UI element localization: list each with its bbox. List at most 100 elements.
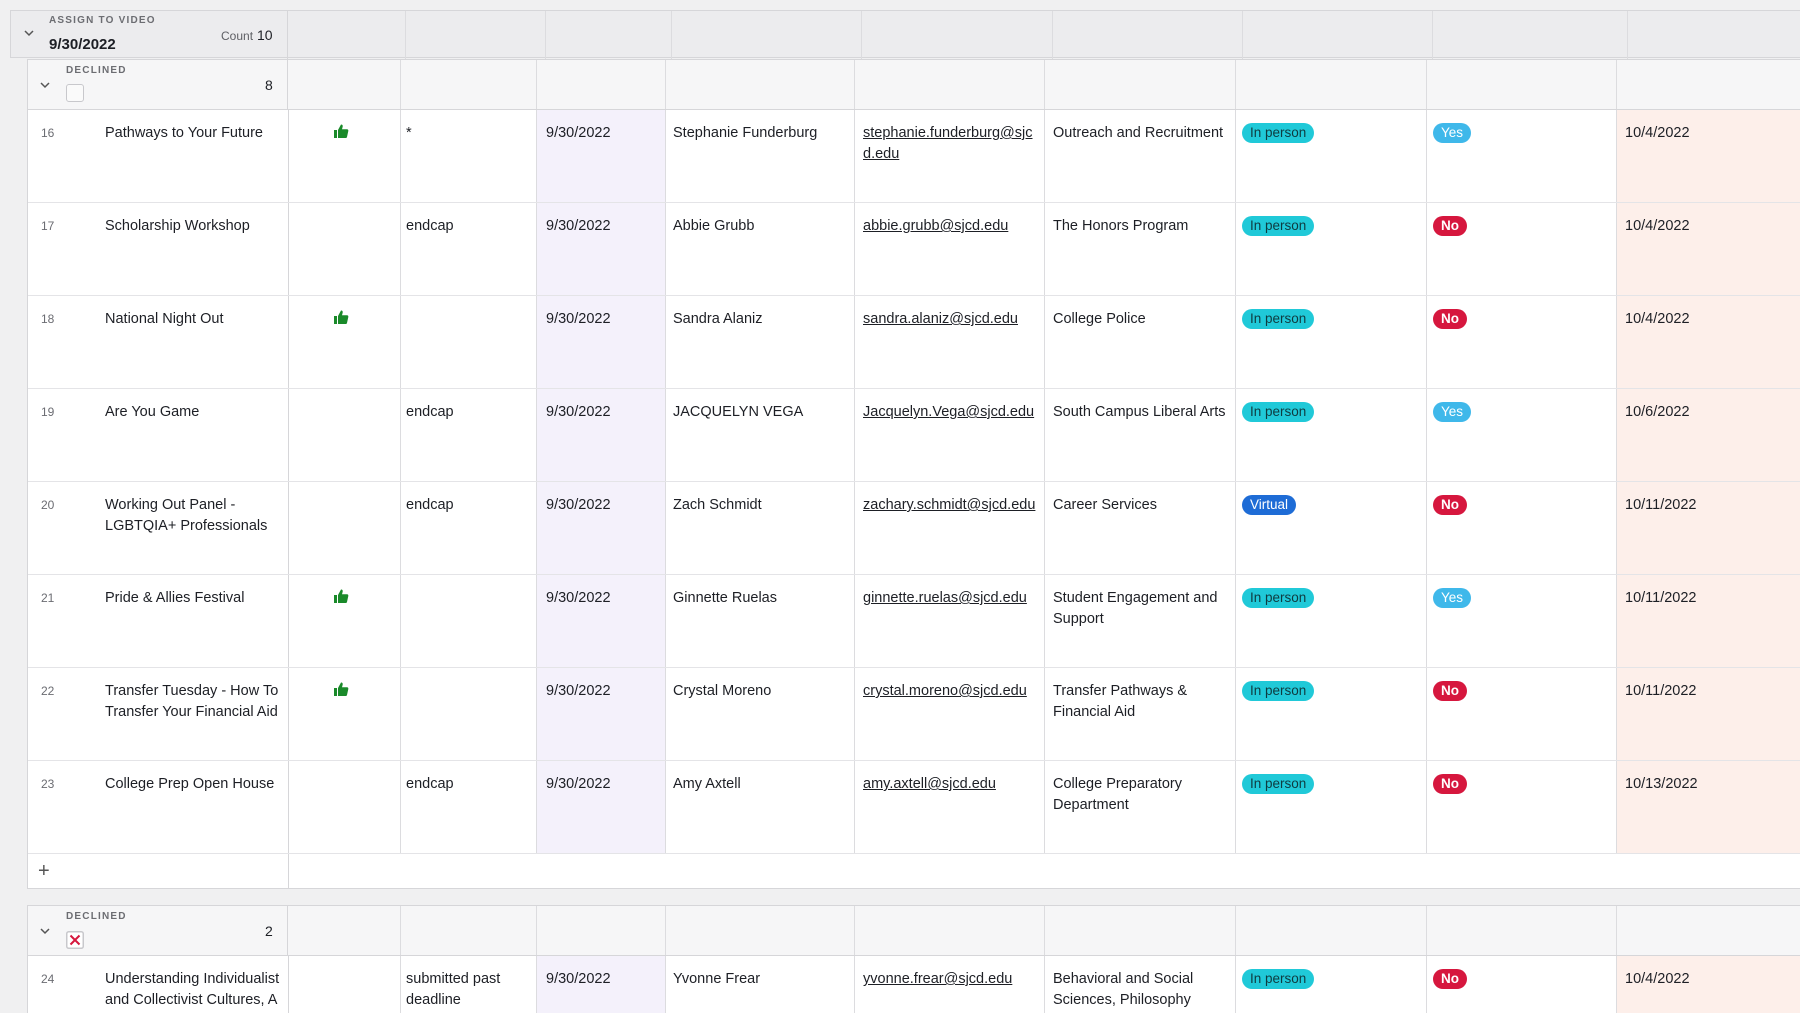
event-name-cell[interactable]: Transfer Tuesday - How To Transfer Your …: [105, 681, 283, 723]
table-row[interactable]: 20 Working Out Panel - LGBTQIA+ Professio…: [28, 482, 1800, 575]
group-field-value: 9/30/2022: [49, 36, 116, 53]
mode-cell[interactable]: In person: [1242, 774, 1315, 795]
contact-name-cell[interactable]: Stephanie Funderburg: [673, 123, 817, 144]
note-cell[interactable]: endcap: [406, 402, 531, 423]
contact-name-cell[interactable]: Amy Axtell: [673, 774, 741, 795]
thumbs-up-icon: [333, 309, 349, 325]
date-cell[interactable]: 9/30/2022: [546, 309, 611, 330]
answer-pill: No: [1433, 969, 1467, 989]
answer-cell[interactable]: No: [1433, 216, 1467, 237]
event-date-cell[interactable]: 10/4/2022: [1625, 969, 1690, 990]
event-name-cell[interactable]: Scholarship Workshop: [105, 216, 283, 237]
event-date-cell[interactable]: 10/11/2022: [1625, 495, 1697, 516]
answer-cell[interactable]: No: [1433, 681, 1467, 702]
answer-cell[interactable]: No: [1433, 309, 1467, 330]
date-cell[interactable]: 9/30/2022: [546, 774, 611, 795]
date-cell[interactable]: 9/30/2022: [546, 495, 611, 516]
event-name-cell[interactable]: Pathways to Your Future: [105, 123, 283, 144]
email-link[interactable]: abbie.grubb@sjcd.edu: [863, 216, 1043, 237]
event-date-cell[interactable]: 10/4/2022: [1625, 123, 1690, 144]
table-row[interactable]: 23 College Prep Open House endcap 9/30/2022…: [28, 761, 1800, 854]
group-field-label: ASSIGN TO VIDEO: [49, 15, 156, 26]
event-name-cell[interactable]: Pride & Allies Festival: [105, 588, 283, 609]
date-cell[interactable]: 9/30/2022: [546, 216, 611, 237]
answer-cell[interactable]: Yes: [1433, 402, 1472, 423]
answer-cell[interactable]: No: [1433, 969, 1467, 990]
event-date-cell[interactable]: 10/6/2022: [1625, 402, 1690, 423]
date-cell[interactable]: 9/30/2022: [546, 402, 611, 423]
department-cell[interactable]: Transfer Pathways & Financial Aid: [1053, 681, 1233, 723]
department-cell[interactable]: Behavioral and Social Sciences, Philosop…: [1053, 969, 1233, 1013]
note-cell[interactable]: endcap: [406, 216, 531, 237]
contact-name-cell[interactable]: Sandra Alaniz: [673, 309, 762, 330]
department-cell[interactable]: Student Engagement and Support: [1053, 588, 1233, 630]
department-cell[interactable]: College Police: [1053, 309, 1233, 330]
email-link[interactable]: ginnette.ruelas@sjcd.edu: [863, 588, 1043, 609]
contact-name-cell[interactable]: Abbie Grubb: [673, 216, 754, 237]
event-name-cell[interactable]: Understanding Individualist and Collecti…: [105, 969, 283, 1013]
date-cell[interactable]: 9/30/2022: [546, 123, 611, 144]
table-row[interactable]: 16 Pathways to Your Future * 9/30/2022 Steph…: [28, 110, 1800, 203]
answer-cell[interactable]: Yes: [1433, 588, 1472, 609]
mode-cell[interactable]: Virtual: [1242, 495, 1297, 516]
email-link[interactable]: zachary.schmidt@sjcd.edu: [863, 495, 1043, 516]
answer-pill: No: [1433, 309, 1467, 329]
event-date-cell[interactable]: 10/4/2022: [1625, 309, 1690, 330]
event-date-cell[interactable]: 10/4/2022: [1625, 216, 1690, 237]
group-field-label: DECLINED: [66, 65, 127, 76]
mode-cell[interactable]: In person: [1242, 588, 1315, 609]
event-date-cell[interactable]: 10/13/2022: [1625, 774, 1698, 795]
contact-name-cell[interactable]: Ginnette Ruelas: [673, 588, 777, 609]
event-name-cell[interactable]: National Night Out: [105, 309, 283, 330]
chevron-down-icon[interactable]: [39, 925, 51, 937]
table-row[interactable]: 19 Are You Game endcap 9/30/2022 JACQUELYN V…: [28, 389, 1800, 482]
table-row[interactable]: 22 Transfer Tuesday - How To Transfer You…: [28, 668, 1800, 761]
add-record-row[interactable]: +: [27, 854, 1800, 889]
email-link[interactable]: Jacquelyn.Vega@sjcd.edu: [863, 402, 1043, 423]
department-cell[interactable]: The Honors Program: [1053, 216, 1233, 237]
event-name-cell[interactable]: Are You Game: [105, 402, 283, 423]
note-cell[interactable]: submitted past deadline: [406, 969, 531, 1011]
table-row[interactable]: 18 National Night Out 9/30/2022 Sandra Alan…: [28, 296, 1800, 389]
event-date-cell[interactable]: 10/11/2022: [1625, 588, 1697, 609]
event-name-cell[interactable]: College Prep Open House: [105, 774, 283, 795]
event-date-cell[interactable]: 10/11/2022: [1625, 681, 1697, 702]
answer-cell[interactable]: No: [1433, 774, 1467, 795]
email-link[interactable]: stephanie.funderburg@sjcd.edu: [863, 123, 1043, 165]
note-cell[interactable]: *: [406, 123, 531, 144]
email-link[interactable]: crystal.moreno@sjcd.edu: [863, 681, 1043, 702]
mode-cell[interactable]: In person: [1242, 402, 1315, 423]
mode-cell[interactable]: In person: [1242, 681, 1315, 702]
department-cell[interactable]: South Campus Liberal Arts: [1053, 402, 1233, 423]
date-cell[interactable]: 9/30/2022: [546, 969, 611, 990]
table-row[interactable]: 17 Scholarship Workshop endcap 9/30/2022 Abb…: [28, 203, 1800, 296]
contact-name-cell[interactable]: Zach Schmidt: [673, 495, 762, 516]
department-cell[interactable]: Career Services: [1053, 495, 1233, 516]
email-link[interactable]: sandra.alaniz@sjcd.edu: [863, 309, 1043, 330]
contact-name-cell[interactable]: JACQUELYN VEGA: [673, 402, 803, 423]
contact-name-cell[interactable]: Crystal Moreno: [673, 681, 771, 702]
date-cell[interactable]: 9/30/2022: [546, 588, 611, 609]
plus-icon[interactable]: +: [38, 861, 50, 881]
mode-pill: Virtual: [1242, 495, 1297, 515]
date-cell[interactable]: 9/30/2022: [546, 681, 611, 702]
table-row[interactable]: 24 Understanding Individualist and Colle…: [28, 956, 1800, 1013]
event-name-cell[interactable]: Working Out Panel - LGBTQIA+ Professiona…: [105, 495, 283, 537]
chevron-down-icon[interactable]: [23, 27, 35, 39]
email-link[interactable]: amy.axtell@sjcd.edu: [863, 774, 1043, 795]
mode-cell[interactable]: In person: [1242, 123, 1315, 144]
mode-cell[interactable]: In person: [1242, 309, 1315, 330]
answer-cell[interactable]: Yes: [1433, 123, 1472, 144]
contact-name-cell[interactable]: Yvonne Frear: [673, 969, 760, 990]
mode-cell[interactable]: In person: [1242, 216, 1315, 237]
note-cell[interactable]: endcap: [406, 495, 531, 516]
email-link[interactable]: yvonne.frear@sjcd.edu: [863, 969, 1043, 990]
department-cell[interactable]: College Preparatory Department: [1053, 774, 1233, 816]
table-row[interactable]: 21 Pride & Allies Festival 9/30/2022 Ginnet…: [28, 575, 1800, 668]
department-cell[interactable]: Outreach and Recruitment: [1053, 123, 1233, 144]
answer-cell[interactable]: No: [1433, 495, 1467, 516]
note-cell[interactable]: endcap: [406, 774, 531, 795]
answer-pill: Yes: [1433, 588, 1472, 608]
mode-cell[interactable]: In person: [1242, 969, 1315, 990]
chevron-down-icon[interactable]: [39, 79, 51, 91]
